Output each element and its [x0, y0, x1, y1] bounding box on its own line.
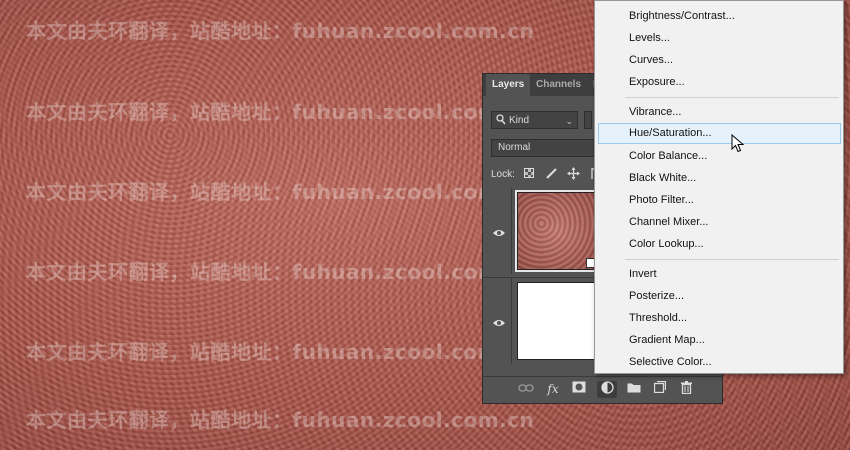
- menu-item-gradient-map[interactable]: Gradient Map...: [599, 330, 839, 350]
- trash-icon[interactable]: [677, 381, 695, 398]
- menu-item-threshold[interactable]: Threshold...: [599, 308, 839, 328]
- add-mask-icon[interactable]: [570, 381, 588, 398]
- menu-item-channel-mixer[interactable]: Channel Mixer...: [599, 212, 839, 232]
- divider: [511, 278, 512, 364]
- menu-item-hue-saturation[interactable]: Hue/Saturation...: [598, 123, 841, 144]
- menu-item-selective-color[interactable]: Selective Color...: [599, 352, 839, 372]
- lock-transparent-pixels-icon[interactable]: [523, 167, 536, 180]
- filter-kind-label: Kind: [509, 115, 530, 126]
- mouse-cursor-icon: [731, 133, 745, 154]
- fx-icon[interactable]: fx: [544, 381, 562, 398]
- menu-separator: [625, 97, 839, 98]
- menu-item-levels[interactable]: Levels...: [599, 28, 839, 48]
- menu-item-photo-filter[interactable]: Photo Filter...: [599, 190, 839, 210]
- blend-mode-select[interactable]: Normal: [491, 139, 596, 157]
- tab-channels[interactable]: Channels: [530, 74, 587, 96]
- menu-item-color-lookup[interactable]: Color Lookup...: [599, 234, 839, 254]
- lock-image-pixels-icon[interactable]: [545, 167, 558, 180]
- adjustment-layer-icon[interactable]: [597, 381, 617, 398]
- menu-item-black-white[interactable]: Black White...: [599, 168, 839, 188]
- watermark-text: 本文由夫环翻译，站酷地址：fuhuan.zcool.com.cn: [26, 19, 535, 43]
- adjustment-layer-menu: Brightness/Contrast... Levels... Curves.…: [594, 0, 844, 374]
- layer-thumbnail[interactable]: [517, 282, 597, 360]
- menu-item-invert[interactable]: Invert: [599, 264, 839, 284]
- new-layer-icon[interactable]: [651, 380, 669, 398]
- lock-label: Lock:: [491, 169, 515, 180]
- menu-item-exposure[interactable]: Exposure...: [599, 72, 839, 92]
- chevron-down-icon: ⌄: [565, 116, 573, 126]
- filter-kind-dropdown[interactable]: Kind ⌄: [491, 111, 578, 129]
- filter-toggle[interactable]: [584, 111, 592, 129]
- watermark-text: 本文由夫环翻译，站酷地址：fuhuan.zcool.com.cn: [26, 260, 535, 284]
- eye-icon[interactable]: [492, 225, 506, 236]
- tab-layers[interactable]: Layers: [486, 74, 531, 96]
- menu-item-color-balance[interactable]: Color Balance...: [599, 146, 839, 166]
- menu-separator: [625, 259, 839, 260]
- search-icon: [496, 114, 506, 126]
- menu-item-vibrance[interactable]: Vibrance...: [599, 102, 839, 122]
- layer-thumbnail[interactable]: [515, 190, 599, 272]
- watermark-text: 本文由夫环翻译，站酷地址：fuhuan.zcool.com.cn: [26, 340, 535, 364]
- menu-item-brightness-contrast[interactable]: Brightness/Contrast...: [599, 6, 839, 26]
- divider: [511, 188, 512, 274]
- watermark-text: 本文由夫环翻译，站酷地址：fuhuan.zcool.com.cn: [26, 100, 535, 124]
- eye-icon[interactable]: [492, 315, 506, 326]
- watermark-text: 本文由夫环翻译，站酷地址：fuhuan.zcool.com.cn: [26, 180, 535, 204]
- new-group-icon[interactable]: [625, 381, 643, 398]
- menu-item-curves[interactable]: Curves...: [599, 50, 839, 70]
- watermark-text: 本文由夫环翻译，站酷地址：fuhuan.zcool.com.cn: [26, 408, 535, 432]
- lock-position-icon[interactable]: [567, 167, 580, 180]
- link-layers-icon[interactable]: [517, 381, 535, 398]
- menu-item-posterize[interactable]: Posterize...: [599, 286, 839, 306]
- layers-bottom-toolbar: fx: [483, 376, 722, 403]
